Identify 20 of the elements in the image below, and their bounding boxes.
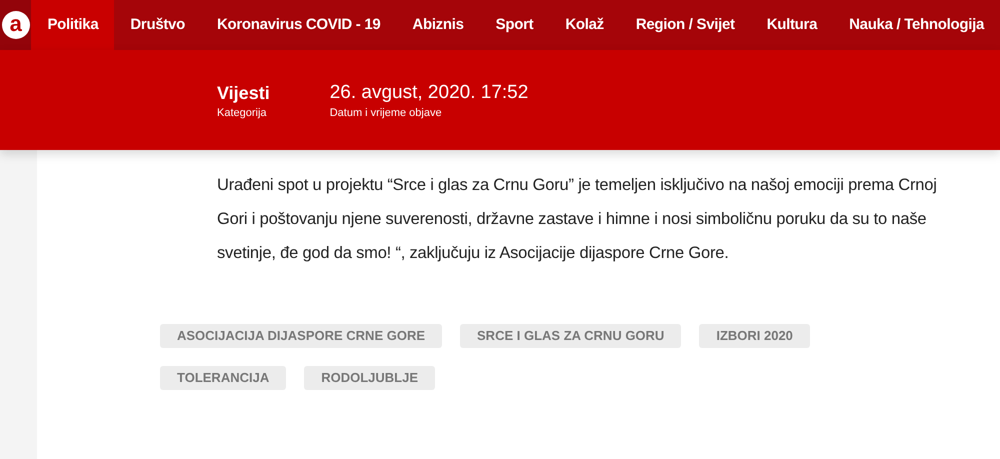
tag-chip[interactable]: IZBORI 2020 — [699, 324, 810, 348]
tag-chip[interactable]: TOLERANCIJA — [160, 366, 286, 390]
meta-label: Datum i vrijeme objave — [330, 106, 443, 120]
nav-link[interactable]: Sport — [480, 0, 550, 50]
meta-label: Kategorija — [217, 106, 268, 120]
publish-date: 26. avgust, 2020. 17:52 — [330, 81, 528, 105]
nav-link[interactable]: Društvo — [114, 0, 201, 50]
tag-chip[interactable]: ASOCIJACIJA DIJASPORE CRNE GORE — [160, 324, 442, 348]
nav-link[interactable]: Region / Svijet — [620, 0, 751, 50]
nav-link[interactable]: Abiznis — [396, 0, 480, 50]
tag-chip[interactable]: RODOLJUBLJE — [304, 366, 436, 390]
nav-link[interactable]: Politika — [31, 0, 114, 50]
tag-chip[interactable]: SRCE I GLAS ZA CRNU GORU — [460, 324, 682, 348]
nav-link[interactable]: Kolaž — [549, 0, 620, 50]
category-name: Vijesti — [217, 82, 270, 105]
nav-link[interactable]: Kultura — [750, 0, 834, 50]
nav-link[interactable]: Nauka / Tehnologija — [833, 0, 1000, 50]
nav-link[interactable]: Koronavirus COVID - 19 — [200, 0, 396, 50]
site-logo[interactable]: a — [2, 11, 30, 39]
article-paragraph: Urađeni spot u projektu “Srce i glas za Crnu Goru” je temeljen isključivo na našoj emociji prema Crnoj Gori i poštovanju njene suverenosti, državne zastave i himne i nosi simboličnu poruku da su to naše svetinje, đe god da smo! “, zaključuju iz Asocijacije dijaspore Crne Gore. — [217, 175, 938, 264]
